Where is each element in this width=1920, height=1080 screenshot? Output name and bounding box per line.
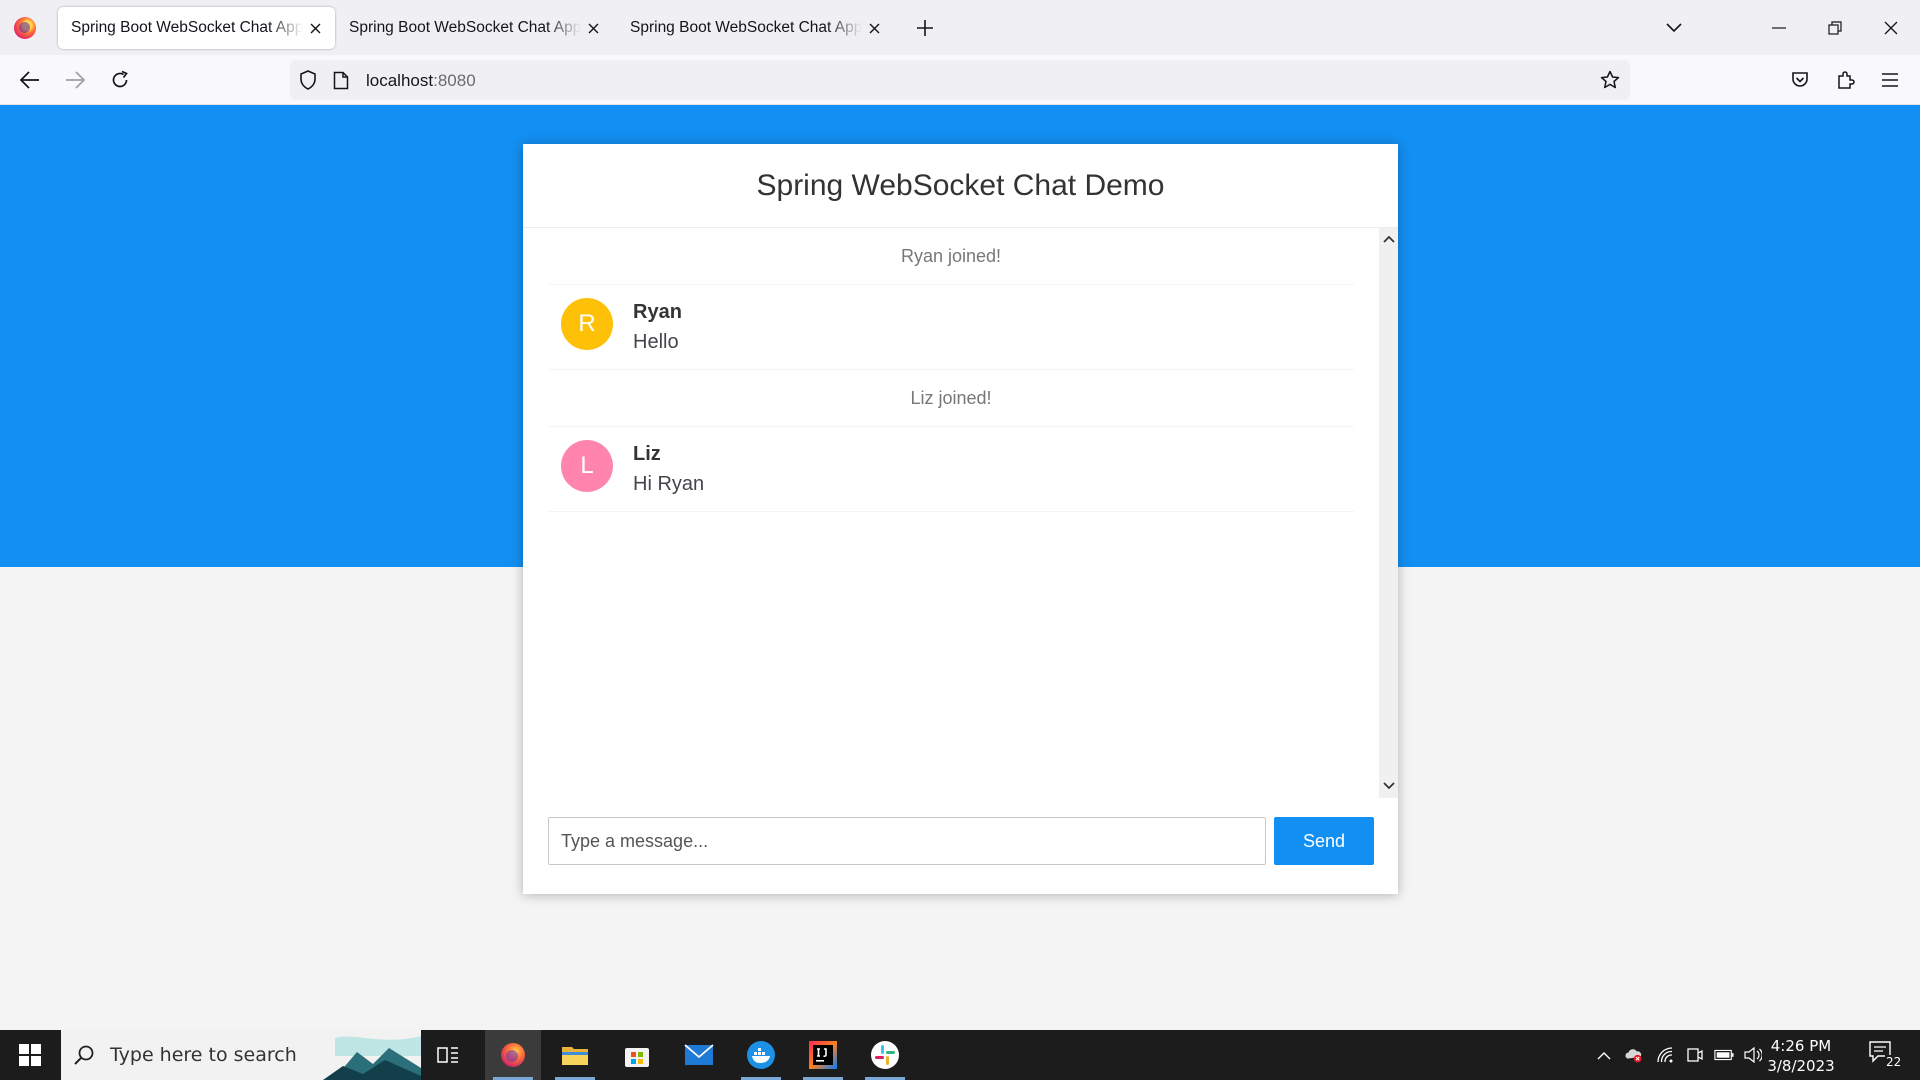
- address-bar[interactable]: localhost:8080: [290, 60, 1630, 100]
- chat-message: L Liz Hi Ryan: [548, 427, 1354, 512]
- windows-taskbar: Type here to search 4:26 PM 3/8/2023 22: [0, 1030, 1920, 1080]
- search-highlight-landscape-icon: [323, 1030, 421, 1080]
- action-center-notification-icon[interactable]: 22: [1868, 1040, 1903, 1072]
- close-tab-icon[interactable]: [585, 20, 601, 36]
- reload-icon[interactable]: [106, 66, 134, 94]
- new-tab-plus-icon[interactable]: [914, 17, 936, 39]
- event-text: Ryan joined!: [900, 245, 1002, 266]
- taskbar-intellij-idea-icon[interactable]: [795, 1030, 851, 1080]
- message-sender: Liz: [633, 443, 661, 465]
- list-all-tabs-chevron-icon[interactable]: [1660, 14, 1688, 42]
- avatar: R: [561, 298, 613, 350]
- event-message: Liz joined!: [548, 370, 1354, 427]
- taskbar-firefox-icon[interactable]: [485, 1030, 541, 1080]
- chat-header: Spring WebSocket Chat Demo: [523, 144, 1398, 228]
- back-arrow-icon[interactable]: [16, 66, 44, 94]
- page-info-icon[interactable]: [331, 70, 351, 90]
- browser-tab-1[interactable]: Spring Boot WebSocket Chat Application: [58, 7, 335, 49]
- message-form: Send: [548, 817, 1374, 865]
- chat-message: R Ryan Hello: [548, 285, 1354, 370]
- message-text: Hello: [633, 331, 679, 353]
- windows-start-icon[interactable]: [0, 1030, 60, 1080]
- clock-time: 4:26 PM: [1770, 1037, 1832, 1055]
- scroll-up-arrow-icon[interactable]: [1382, 232, 1395, 245]
- notification-count: 22: [1885, 1055, 1903, 1069]
- close-window-icon[interactable]: [1877, 14, 1905, 42]
- forward-arrow-icon[interactable]: [61, 66, 89, 94]
- firefox-menu-icon[interactable]: [14, 17, 36, 39]
- browser-tab-2[interactable]: Spring Boot WebSocket Chat Application: [336, 7, 613, 49]
- send-button[interactable]: Send: [1274, 817, 1374, 865]
- restore-window-icon[interactable]: [1821, 14, 1849, 42]
- url-port: :8080: [433, 71, 476, 90]
- pocket-icon[interactable]: [1786, 66, 1814, 94]
- tab-title: Spring Boot WebSocket Chat Application: [630, 19, 862, 36]
- chat-page: Spring WebSocket Chat Demo Ryan joined! …: [523, 144, 1398, 894]
- event-text: Liz joined!: [910, 387, 992, 408]
- show-hidden-icons-chevron-icon[interactable]: [1594, 1045, 1614, 1065]
- tab-title: Spring Boot WebSocket Chat Application: [71, 19, 303, 36]
- browser-tab-3[interactable]: Spring Boot WebSocket Chat Application: [617, 7, 894, 49]
- hamburger-menu-icon[interactable]: [1876, 66, 1904, 94]
- close-tab-icon[interactable]: [866, 20, 882, 36]
- url-text: localhost:8080: [366, 71, 476, 91]
- tab-title: Spring Boot WebSocket Chat Application: [349, 19, 581, 36]
- message-list: Ryan joined! R Ryan Hello Liz joined! L …: [548, 228, 1354, 512]
- bookmark-star-icon[interactable]: [1600, 70, 1620, 90]
- wifi-icon[interactable]: [1656, 1045, 1676, 1065]
- taskbar-clock[interactable]: 4:26 PM 3/8/2023: [1746, 1036, 1856, 1076]
- message-text: Hi Ryan: [633, 473, 705, 495]
- taskbar-microsoft-store-icon[interactable]: [609, 1030, 665, 1080]
- tracking-protection-shield-icon[interactable]: [298, 70, 318, 90]
- extensions-puzzle-icon[interactable]: [1832, 66, 1860, 94]
- taskbar-search-box[interactable]: Type here to search: [61, 1030, 421, 1080]
- event-message: Ryan joined!: [548, 228, 1354, 285]
- onedrive-error-icon[interactable]: [1624, 1045, 1644, 1065]
- message-sender: Ryan: [633, 301, 682, 323]
- meet-now-icon[interactable]: [1685, 1045, 1705, 1065]
- task-view-icon[interactable]: [420, 1030, 476, 1080]
- clock-date: 3/8/2023: [1767, 1057, 1835, 1075]
- taskbar-slack-icon[interactable]: [857, 1030, 913, 1080]
- search-placeholder: Type here to search: [110, 1044, 297, 1066]
- minimize-window-icon[interactable]: [1765, 14, 1793, 42]
- battery-icon[interactable]: [1714, 1045, 1734, 1065]
- chat-title: Spring WebSocket Chat Demo: [756, 168, 1165, 202]
- browser-navigation-bar: localhost:8080: [0, 55, 1920, 105]
- browser-tab-strip: Spring Boot WebSocket Chat Application S…: [0, 0, 1920, 55]
- taskbar-mail-icon[interactable]: [671, 1030, 727, 1080]
- scroll-down-arrow-icon[interactable]: [1382, 779, 1395, 792]
- close-tab-icon[interactable]: [307, 20, 323, 36]
- taskbar-docker-icon[interactable]: [733, 1030, 789, 1080]
- message-area: Ryan joined! R Ryan Hello Liz joined! L …: [523, 228, 1398, 798]
- url-host: localhost: [366, 71, 434, 90]
- page-viewport: Spring WebSocket Chat Demo Ryan joined! …: [0, 105, 1920, 1030]
- message-input[interactable]: [548, 817, 1266, 865]
- message-scrollbar[interactable]: [1379, 228, 1398, 798]
- taskbar-file-explorer-icon[interactable]: [547, 1030, 603, 1080]
- search-icon: [73, 1044, 95, 1066]
- avatar: L: [561, 440, 613, 492]
